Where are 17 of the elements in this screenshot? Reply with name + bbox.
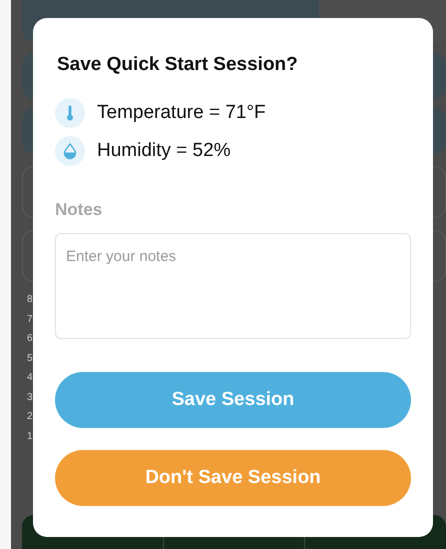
axis-label: 7: [27, 312, 33, 326]
dialog-title: Save Quick Start Session?: [57, 54, 299, 76]
reading-text: Humidity = 52%: [97, 140, 231, 162]
axis-label: 2: [27, 410, 33, 424]
axis-label: 1: [27, 430, 33, 444]
save-button[interactable]: Save Session: [55, 372, 411, 428]
axis-label: 5: [27, 352, 33, 366]
axis-label: 3: [27, 390, 33, 404]
notes-field[interactable]: Enter your notes: [55, 233, 411, 339]
reading-text: Temperature = 71°F: [97, 102, 266, 124]
axis-label: 4: [27, 371, 33, 385]
dont-save-button[interactable]: Don't Save Session: [55, 450, 411, 506]
axis-label: 6: [27, 332, 33, 346]
water-drop-icon: [55, 136, 85, 166]
thermometer-icon: [55, 98, 85, 128]
notes-label: Notes: [55, 200, 104, 220]
axis-label: 8: [27, 293, 33, 307]
